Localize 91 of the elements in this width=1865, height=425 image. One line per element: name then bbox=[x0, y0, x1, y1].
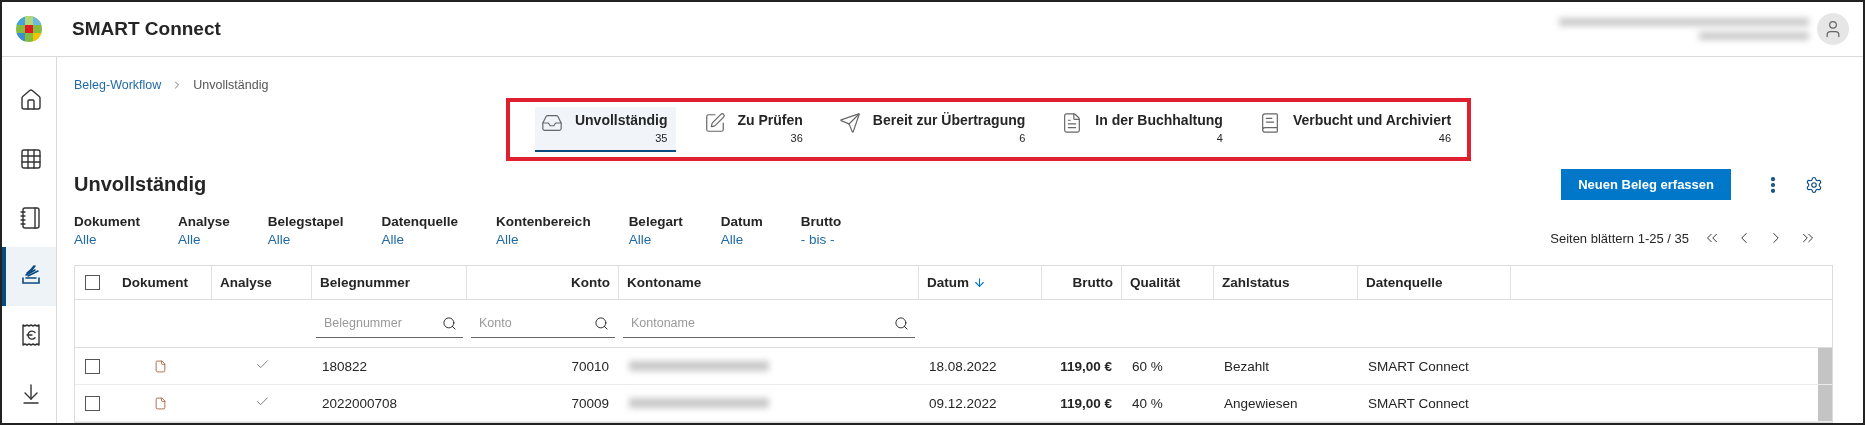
pencil-square-icon bbox=[703, 112, 726, 134]
table-cell-text: 70009 bbox=[570, 395, 610, 411]
workflow-tab[interactable]: Bereit zur Übertragung 6 bbox=[832, 107, 1034, 152]
filter-value-link[interactable]: Alle bbox=[267, 232, 344, 247]
sidebar-item[interactable] bbox=[2, 247, 56, 306]
tab-label: Unvollständig bbox=[574, 112, 668, 128]
column-header[interactable]: Qualität bbox=[1122, 266, 1214, 299]
pagination-label: Seiten blättern 1-25 / 35 bbox=[1550, 230, 1689, 246]
filter-label: Datum bbox=[720, 214, 763, 229]
search-icon bbox=[894, 315, 909, 331]
avatar-button[interactable] bbox=[1817, 13, 1849, 45]
filter-value-link[interactable]: - bis - bbox=[800, 232, 842, 247]
column-label: Qualität bbox=[1130, 275, 1181, 290]
filter-label: Kontenbereich bbox=[496, 214, 591, 229]
column-label: Analyse bbox=[220, 275, 272, 290]
table-cell-text: 119,00 € bbox=[1059, 395, 1113, 411]
filter-label: Belegart bbox=[628, 214, 683, 229]
tab-count: 35 bbox=[655, 132, 668, 144]
workflow-tab[interactable]: Unvollständig 35 bbox=[534, 107, 676, 152]
workflow-tab[interactable]: Verbucht und Archiviert 46 bbox=[1252, 107, 1460, 152]
document-icon[interactable] bbox=[154, 396, 167, 410]
tab-count: 36 bbox=[790, 132, 803, 144]
workflow-tab[interactable]: In der Buchhaltung 4 bbox=[1055, 107, 1231, 152]
filter-label: Datenquelle bbox=[381, 214, 459, 229]
tab-label: Verbucht und Archiviert bbox=[1292, 112, 1452, 128]
table-cell-text: 18.08.2022 bbox=[928, 358, 998, 374]
search-icon bbox=[442, 315, 457, 331]
breadcrumb-link[interactable]: Beleg-Workflow bbox=[74, 78, 162, 92]
settings-icon[interactable] bbox=[1805, 175, 1823, 194]
tab-label: Zu Prüfen bbox=[737, 112, 803, 128]
column-header[interactable]: Brutto bbox=[1042, 266, 1122, 299]
filter-label: Belegstapel bbox=[267, 214, 344, 229]
column-header[interactable]: Kontoname bbox=[619, 266, 919, 299]
table-cell-text: SMART Connect bbox=[1367, 395, 1470, 411]
filter-label: Dokument bbox=[74, 214, 140, 229]
column-label: Datenquelle bbox=[1366, 275, 1443, 290]
table-cell-text: SMART Connect bbox=[1367, 358, 1470, 374]
filter-label: Analyse bbox=[178, 214, 230, 229]
table-cell-text: 70010 bbox=[570, 358, 610, 374]
filter-value-link[interactable]: Alle bbox=[628, 232, 683, 247]
filter-value-link[interactable]: Alle bbox=[74, 232, 140, 247]
column-label: Zahlstatus bbox=[1222, 275, 1290, 290]
column-header[interactable]: Konto bbox=[467, 266, 619, 299]
tab-count: 6 bbox=[1019, 132, 1026, 144]
column-header[interactable]: Datum bbox=[919, 266, 1042, 299]
select-all-checkbox[interactable] bbox=[85, 275, 100, 290]
row-checkbox[interactable] bbox=[85, 358, 100, 374]
notebook-icon bbox=[19, 205, 43, 230]
column-header[interactable]: Zahlstatus bbox=[1214, 266, 1358, 299]
breadcrumb-current: Unvollständig bbox=[193, 78, 269, 92]
column-header[interactable]: Datenquelle bbox=[1358, 266, 1511, 299]
filter-value-link[interactable]: Alle bbox=[178, 232, 230, 247]
workflow-tab[interactable]: Zu Prüfen 36 bbox=[697, 107, 811, 152]
table-cell-text: Bezahlt bbox=[1223, 358, 1271, 374]
page-title: Unvollständig bbox=[74, 173, 207, 196]
scrollbar[interactable] bbox=[1818, 385, 1832, 421]
new-document-button[interactable]: Neuen Beleg erfassen bbox=[1561, 169, 1731, 200]
column-label: Kontoname bbox=[627, 275, 702, 290]
column-header[interactable]: Belegnummer bbox=[312, 266, 467, 299]
table-cell-text: Angewiesen bbox=[1223, 395, 1299, 411]
logo-icon bbox=[16, 16, 42, 42]
column-header[interactable]: Dokument bbox=[122, 275, 188, 290]
column-label: Konto bbox=[571, 275, 610, 290]
table-cell-text: 40 % bbox=[1131, 395, 1164, 411]
filter-label: Brutto bbox=[800, 214, 842, 229]
tab-count: 4 bbox=[1216, 132, 1223, 144]
tab-label: In der Buchhaltung bbox=[1095, 112, 1223, 128]
receipt-euro-icon bbox=[19, 323, 43, 347]
row-checkbox[interactable] bbox=[85, 395, 100, 411]
paper-plane-icon bbox=[838, 112, 861, 134]
inbox-icon bbox=[540, 112, 563, 134]
table-cell-text: 2022000708 bbox=[321, 395, 399, 411]
app-title: SMART Connect bbox=[72, 18, 221, 40]
table-cell-text: 119,00 € bbox=[1059, 358, 1113, 374]
scrollbar[interactable] bbox=[1818, 348, 1832, 384]
column-label: Datum bbox=[927, 275, 969, 290]
column-label: Brutto bbox=[1072, 275, 1113, 290]
search-icon bbox=[594, 315, 609, 331]
column-label: Belegnummer bbox=[320, 275, 411, 290]
filter-value-link[interactable]: Alle bbox=[720, 232, 763, 247]
home-icon bbox=[19, 88, 43, 113]
filter-value-link[interactable]: Alle bbox=[381, 232, 459, 247]
table-cell-text: 09.12.2022 bbox=[928, 395, 998, 411]
tab-label: Bereit zur Übertragung bbox=[872, 112, 1026, 128]
table-cell-text: 60 % bbox=[1131, 358, 1164, 374]
filter-value-link[interactable]: Alle bbox=[496, 232, 591, 247]
column-header[interactable]: Analyse bbox=[212, 266, 312, 299]
document-icon[interactable] bbox=[154, 359, 167, 373]
table-icon bbox=[19, 147, 43, 171]
table-cell-text: 180822 bbox=[321, 358, 369, 374]
tab-count: 46 bbox=[1438, 132, 1452, 144]
